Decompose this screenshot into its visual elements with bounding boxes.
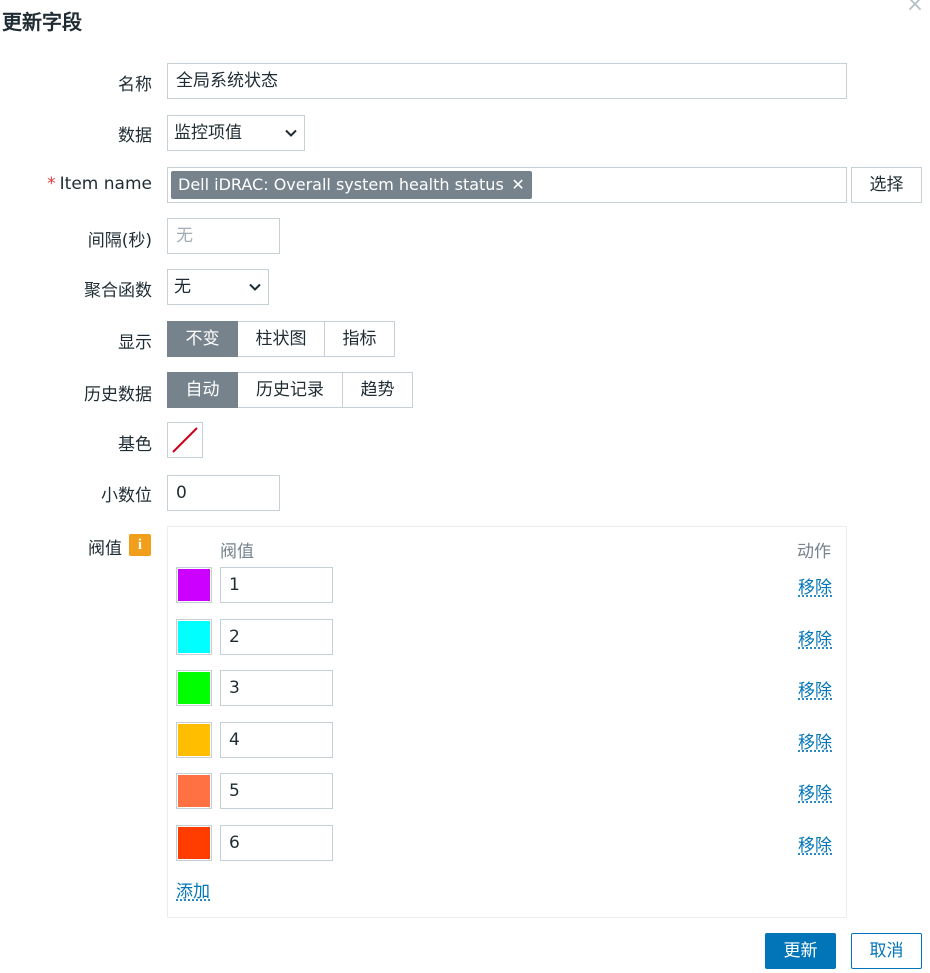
threshold-color-swatch[interactable]	[176, 567, 212, 603]
threshold-row: 2 移除	[176, 619, 832, 655]
close-icon[interactable]: ×	[904, 0, 926, 16]
name-label: 名称	[118, 75, 152, 95]
tag-remove-icon[interactable]: ✕	[511, 171, 524, 199]
threshold-row: 1 移除	[176, 567, 832, 603]
swatch-fill	[178, 775, 210, 807]
threshold-row: 6 移除	[176, 825, 832, 861]
display-label: 显示	[118, 333, 152, 353]
required-mark: *	[47, 174, 56, 194]
threshold-value-input[interactable]: 1	[220, 567, 333, 603]
chevron-down-icon	[249, 283, 261, 291]
decimals-input[interactable]: 0	[167, 475, 280, 511]
threshold-row: 3 移除	[176, 670, 832, 706]
dialog-title: 更新字段	[2, 10, 82, 34]
threshold-remove-link[interactable]: 移除	[798, 676, 832, 701]
threshold-color-swatch[interactable]	[176, 722, 212, 758]
display-option-indicator[interactable]: 指标	[325, 321, 395, 357]
thresholds-table: 阀值 动作 1 移除 2 移除 3 移除 4 移除 5 移除 6 移除 添加	[167, 526, 847, 918]
display-segmented: 不变 柱状图 指标	[167, 321, 395, 357]
threshold-remove-link[interactable]: 移除	[798, 779, 832, 804]
interval-label: 间隔(秒)	[87, 231, 152, 251]
chevron-down-icon	[285, 129, 297, 137]
swatch-fill	[178, 569, 210, 601]
name-input[interactable]: 全局系统状态	[167, 63, 847, 99]
info-icon[interactable]: i	[129, 534, 151, 556]
aggregate-select-value: 无	[174, 277, 191, 297]
update-button[interactable]: 更新	[765, 933, 836, 969]
item-name-label-text: Item name	[59, 174, 152, 194]
item-name-label: * Item name	[47, 174, 152, 194]
no-color-icon	[172, 427, 198, 453]
aggregate-label: 聚合函数	[84, 281, 152, 301]
threshold-remove-link[interactable]: 移除	[798, 831, 832, 856]
data-select-value: 监控项值	[174, 123, 242, 143]
threshold-color-swatch[interactable]	[176, 670, 212, 706]
threshold-value-input[interactable]: 3	[220, 670, 333, 706]
threshold-color-swatch[interactable]	[176, 773, 212, 809]
thresholds-col-action: 动作	[797, 542, 831, 562]
interval-input[interactable]: 无	[167, 218, 280, 254]
threshold-value-input[interactable]: 4	[220, 722, 333, 758]
threshold-color-swatch[interactable]	[176, 619, 212, 655]
history-label: 历史数据	[84, 385, 152, 405]
cancel-button[interactable]: 取消	[851, 933, 922, 969]
base-color-label: 基色	[118, 435, 152, 455]
thresholds-col-threshold: 阀值	[220, 542, 254, 562]
display-option-unchanged[interactable]: 不变	[167, 321, 238, 357]
threshold-value-input[interactable]: 5	[220, 773, 333, 809]
threshold-value-input[interactable]: 6	[220, 825, 333, 861]
swatch-fill	[178, 827, 210, 859]
thresholds-label: 阀值	[88, 539, 122, 559]
threshold-remove-link[interactable]: 移除	[798, 625, 832, 650]
swatch-fill	[178, 724, 210, 756]
aggregate-select[interactable]: 无	[167, 269, 269, 305]
history-option-trends[interactable]: 趋势	[343, 372, 413, 408]
item-tag: Dell iDRAC: Overall system health status…	[171, 171, 532, 199]
threshold-remove-link[interactable]: 移除	[798, 573, 832, 598]
threshold-remove-link[interactable]: 移除	[798, 728, 832, 753]
threshold-row: 5 移除	[176, 773, 832, 809]
decimals-label: 小数位	[101, 486, 152, 506]
display-option-bar[interactable]: 柱状图	[238, 321, 325, 357]
base-color-picker[interactable]	[167, 422, 203, 458]
select-button[interactable]: 选择	[851, 167, 922, 203]
data-select[interactable]: 监控项值	[167, 115, 305, 151]
history-segmented: 自动 历史记录 趋势	[167, 372, 413, 408]
update-field-dialog: 更新字段 × 名称 全局系统状态 数据 监控项值 * Item name Dell…	[0, 0, 930, 973]
data-label: 数据	[118, 126, 152, 146]
threshold-row: 4 移除	[176, 722, 832, 758]
item-name-multiselect[interactable]: Dell iDRAC: Overall system health status…	[167, 167, 847, 203]
threshold-value-input[interactable]: 2	[220, 619, 333, 655]
add-threshold-link[interactable]: 添加	[176, 877, 210, 902]
history-option-history[interactable]: 历史记录	[238, 372, 343, 408]
item-tag-label: Dell iDRAC: Overall system health status	[178, 175, 504, 194]
swatch-fill	[178, 621, 210, 653]
threshold-color-swatch[interactable]	[176, 825, 212, 861]
swatch-fill	[178, 672, 210, 704]
history-option-auto[interactable]: 自动	[167, 372, 238, 408]
